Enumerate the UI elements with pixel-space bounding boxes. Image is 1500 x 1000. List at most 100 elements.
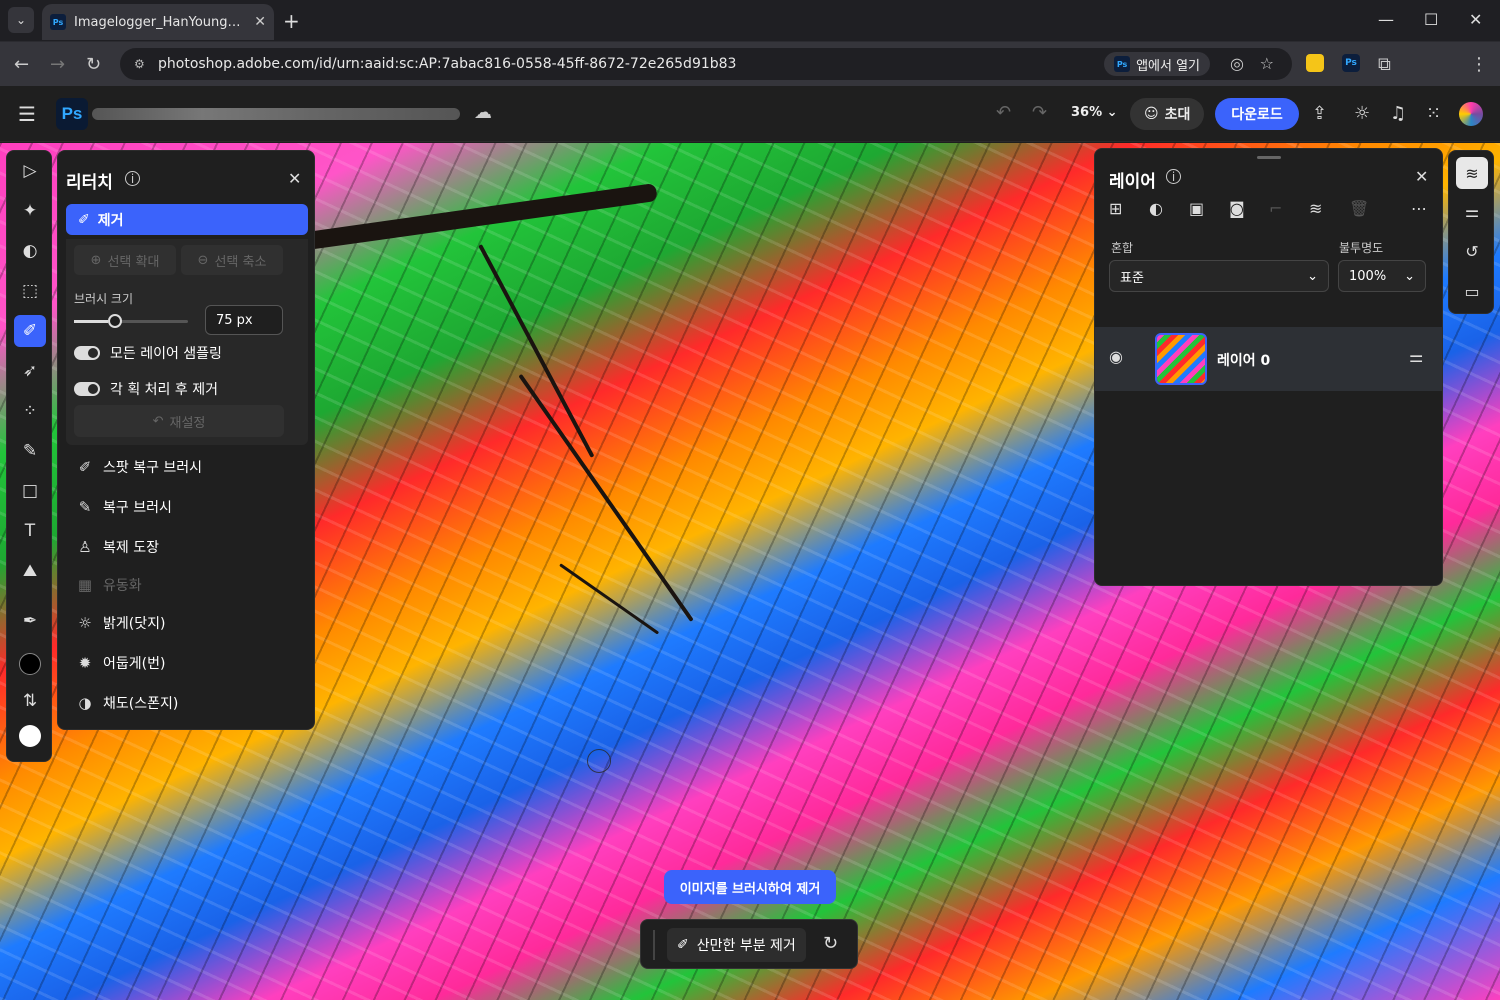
bandage-icon: ✐ [78, 458, 92, 476]
sample-all-layers-toggle[interactable] [74, 346, 100, 360]
add-layer-icon[interactable]: ⊞ [1109, 199, 1122, 218]
extension-ps-icon[interactable]: Ps [1342, 54, 1360, 72]
brush-size-slider[interactable] [74, 314, 188, 328]
hamburger-menu-icon[interactable]: ☰ [18, 102, 36, 126]
select-arrow-icon[interactable]: ▷ [14, 155, 46, 187]
document-name-blurred[interactable] [92, 108, 460, 120]
liquify-item[interactable]: ▦ 유동화 [76, 575, 142, 595]
url-field[interactable]: ⚙ photoshop.adobe.com/id/urn:aaid:sc:AP:… [120, 48, 1292, 80]
add-image-icon[interactable]: ⛰ [14, 555, 46, 587]
maximize-icon[interactable]: ☐ [1424, 10, 1438, 29]
quick-select-icon[interactable]: ✦ [14, 195, 46, 227]
cloud-sync-icon[interactable]: ☁ [474, 102, 492, 123]
brush-icon[interactable]: ✎ [14, 435, 46, 467]
extension-yellow-icon[interactable] [1306, 54, 1324, 72]
new-tab-plus-icon[interactable]: + [283, 9, 300, 33]
clone-stamp-item[interactable]: ♙ 복제 도장 [76, 537, 159, 557]
contextual-taskbar: ✐ 산만한 부분 제거 ↻ [640, 919, 858, 969]
bookmark-star-icon[interactable]: ☆ [1260, 54, 1274, 73]
panel-close-icon[interactable]: ✕ [288, 169, 301, 188]
share-upload-icon[interactable]: ⇪ [1312, 103, 1327, 124]
layers-icon[interactable]: ≋ [1456, 157, 1488, 189]
reset-icon: ↶ [152, 413, 164, 429]
comments-icon[interactable]: ▭ [1456, 275, 1488, 307]
apps-grid-icon[interactable]: ⁙ [1426, 103, 1441, 124]
panel-drag-handle[interactable] [1257, 156, 1281, 159]
layer-properties-icon[interactable]: ⚌ [1409, 347, 1423, 366]
rectangle-icon[interactable]: □ [14, 475, 46, 507]
text-icon[interactable]: T [14, 515, 46, 547]
expand-selection-button[interactable]: ⊕ 선택 확대 [74, 245, 176, 275]
crop-select-icon[interactable]: ⬚ [14, 275, 46, 307]
browser-tab[interactable]: Ps Imagelogger_HanYoungDae_N ✕ [42, 4, 274, 40]
background-color-swatch[interactable] [19, 725, 41, 747]
right-panel-bar: ≋ ⚌ ↺ ▭ [1448, 150, 1494, 314]
eye-off-icon[interactable]: ◎ [1230, 54, 1244, 73]
browser-menu-icon[interactable]: ⋮ [1470, 54, 1488, 75]
tab-close-icon[interactable]: ✕ [254, 14, 266, 30]
adjust-icon[interactable]: ◐ [14, 235, 46, 267]
swap-colors-icon[interactable]: ⇅ [14, 685, 46, 717]
bandage-icon: ✐ [78, 211, 90, 228]
extensions-puzzle-icon[interactable]: ⧉ [1378, 54, 1391, 75]
sponge-item[interactable]: ◑ 채도(스폰지) [76, 693, 178, 713]
open-in-app-button[interactable]: Ps 앱에서 열기 [1104, 52, 1210, 76]
foreground-color-swatch[interactable] [19, 653, 41, 675]
avatar[interactable] [1459, 102, 1483, 126]
panel-close-icon[interactable]: ✕ [1415, 167, 1428, 186]
layers-panel-title: 레이어 [1109, 172, 1156, 192]
reset-button[interactable]: ↶ 재설정 [74, 405, 284, 437]
spot-healing-brush-item[interactable]: ✐ 스팟 복구 브러시 [76, 457, 202, 477]
redo-icon[interactable]: ↷ [1032, 102, 1047, 123]
healing-brush-item[interactable]: ✎ 복구 브러시 [76, 497, 172, 517]
brush-size-slider-knob[interactable] [108, 314, 122, 328]
remove-distractions-button[interactable]: ✐ 산만한 부분 제거 [667, 928, 806, 962]
forward-arrow-icon[interactable]: → [50, 54, 65, 75]
grid-shapes-icon[interactable]: ⁘ [14, 395, 46, 427]
window-close-icon[interactable]: ✕ [1469, 10, 1482, 29]
tab-list-chevron-icon[interactable]: ⌄ [8, 7, 34, 33]
dodge-item[interactable]: ☼ 밝게(닷지) [76, 613, 165, 633]
rocket-icon[interactable]: ➶ [14, 355, 46, 387]
reload-icon[interactable]: ↻ [86, 54, 101, 75]
trash-icon[interactable]: 🗑 [1349, 199, 1369, 218]
layer-thumbnail[interactable] [1155, 333, 1207, 385]
remove-tool-button[interactable]: ✐ 제거 [66, 204, 308, 235]
layer-row[interactable]: ◉ 레이어 0 ⚌ [1095, 327, 1442, 391]
more-options-icon[interactable]: ⋯ [1411, 199, 1427, 218]
site-settings-icon[interactable]: ⚙ [134, 57, 152, 71]
mask-icon[interactable]: ◙ [1229, 199, 1245, 218]
ps-logo[interactable]: Ps [56, 98, 88, 130]
info-icon[interactable]: i [125, 171, 140, 186]
layer-stack-icon[interactable]: ≋ [1309, 199, 1322, 218]
bell-icon[interactable]: ♫ [1390, 103, 1406, 124]
properties-sliders-icon[interactable]: ⚌ [1456, 195, 1488, 227]
zoom-dropdown[interactable]: 36% ⌄ [1071, 105, 1118, 120]
burn-item[interactable]: ✹ 어둡게(번) [76, 653, 166, 673]
clone-stamp-label: 복제 도장 [103, 540, 159, 556]
blend-mode-dropdown[interactable]: 표준 ⌄ [1109, 260, 1329, 292]
undo-icon[interactable]: ↶ [996, 102, 1011, 123]
minimize-icon[interactable]: — [1378, 10, 1394, 29]
brush-size-field[interactable]: 75 px [205, 305, 283, 335]
opacity-dropdown[interactable]: 100% ⌄ [1338, 260, 1426, 292]
fill-layer-icon[interactable]: ▣ [1189, 199, 1204, 218]
invite-button[interactable]: ☺ 초대 [1130, 98, 1205, 130]
remove-after-stroke-toggle[interactable] [74, 382, 100, 396]
clip-icon[interactable]: ⌐ [1269, 199, 1282, 218]
info-icon[interactable]: i [1166, 169, 1181, 184]
taskbar-drag-handle[interactable] [653, 930, 655, 960]
shrink-selection-button[interactable]: ⊖ 선택 축소 [181, 245, 283, 275]
layers-panel: 레이어 i ✕ ⊞ ◐ ▣ ◙ ⌐ ≋ 🗑 ⋯ 혼합 불투명도 표준 ⌄ 100… [1094, 148, 1443, 586]
retouch-panel: 리터치 i ✕ ✐ 제거 ⊕ 선택 확대 ⊖ 선택 축소 브러시 크기 75 px … [57, 150, 315, 730]
back-arrow-icon[interactable]: ← [14, 54, 29, 75]
visibility-eye-icon[interactable]: ◉ [1109, 347, 1123, 366]
refresh-icon[interactable]: ↻ [823, 933, 838, 954]
retouch-bandage-icon[interactable]: ✐ [14, 315, 46, 347]
eyedropper-icon[interactable]: ✒ [14, 605, 46, 637]
lightbulb-icon[interactable]: ☼ [1354, 103, 1370, 124]
adjustment-layer-icon[interactable]: ◐ [1149, 199, 1163, 218]
invite-label: 초대 [1164, 107, 1191, 123]
download-button[interactable]: 다운로드 [1215, 98, 1299, 130]
history-icon[interactable]: ↺ [1456, 235, 1488, 267]
